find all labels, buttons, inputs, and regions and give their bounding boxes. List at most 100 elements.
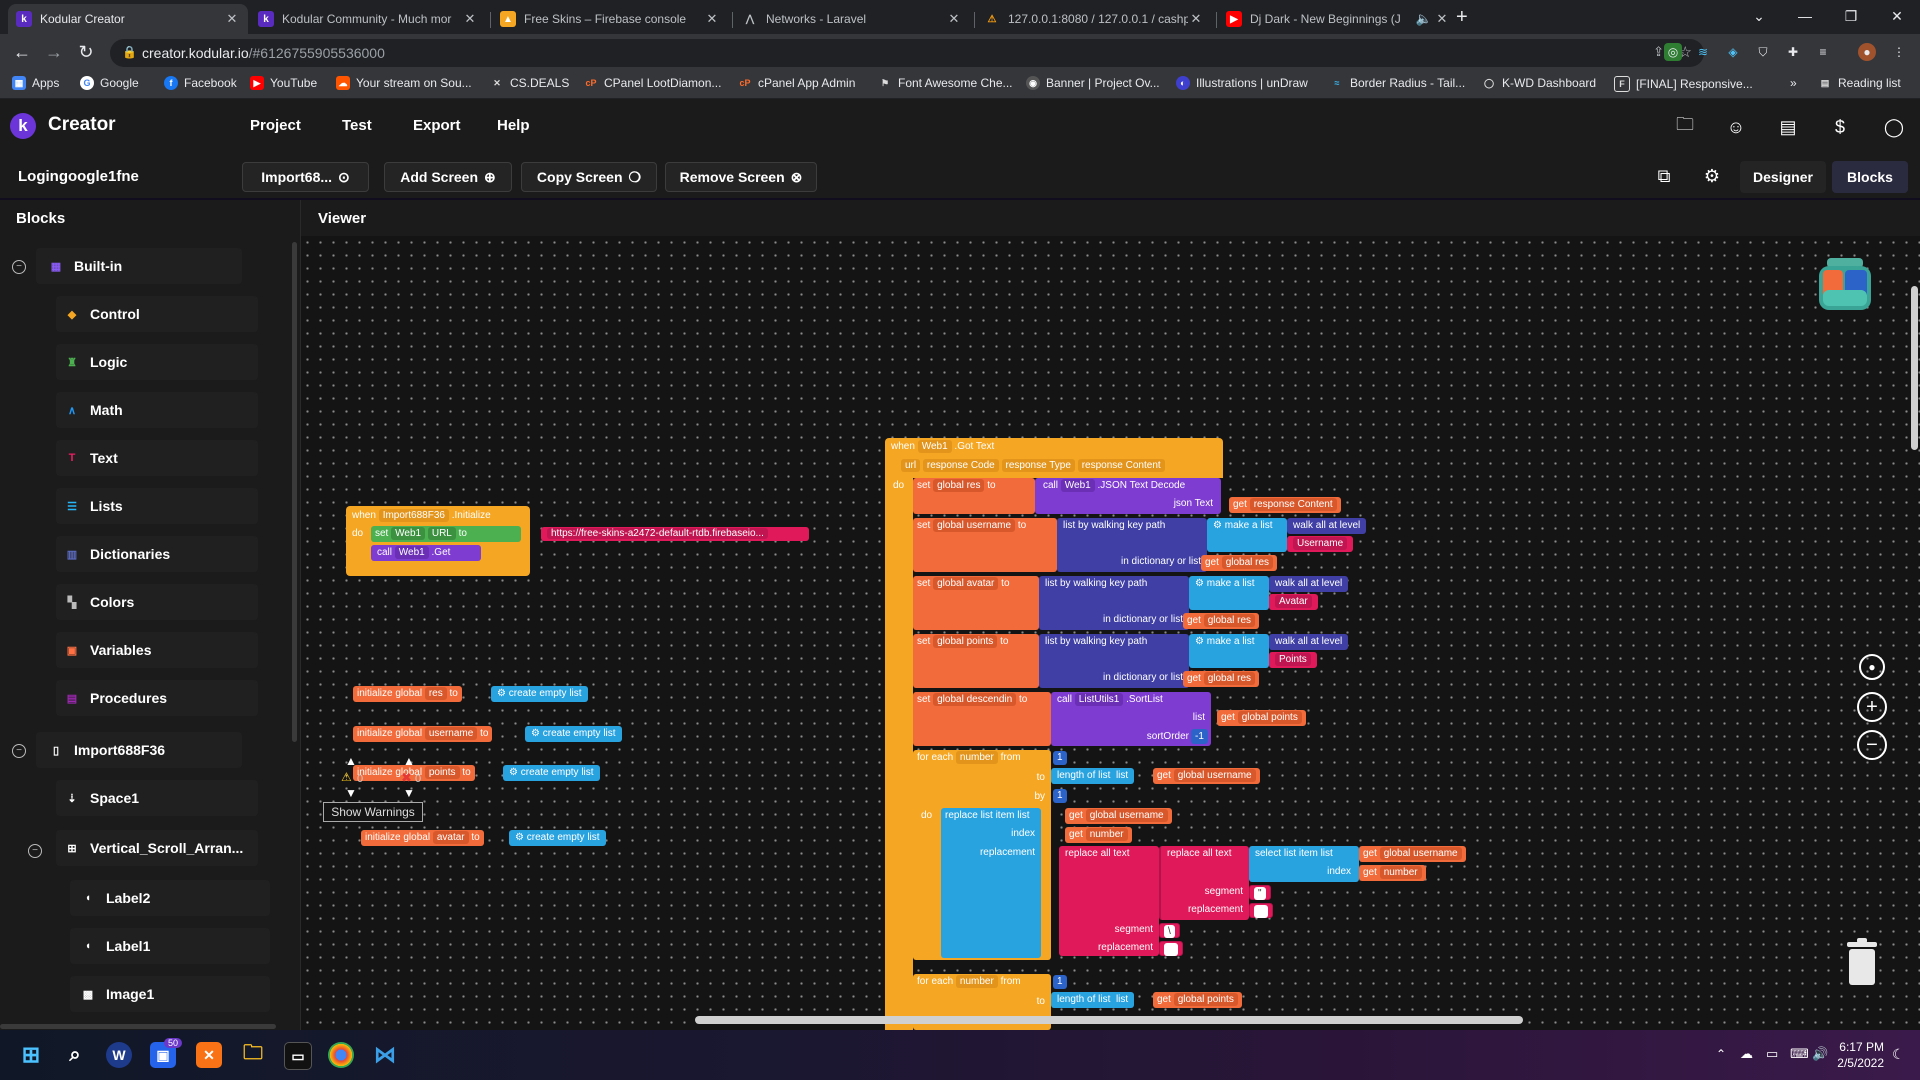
new-tab-button[interactable]: + [1456, 6, 1468, 29]
menu-help[interactable]: Help [497, 117, 530, 134]
set-global-avatar-block[interactable]: set global avatar to [913, 576, 1039, 630]
component-dropdown[interactable]: Import688F36 [378, 508, 449, 522]
walk-key-path-block[interactable]: list by walking key path in dictionary o… [1039, 576, 1189, 630]
close-tab-icon[interactable]: ✕ [704, 11, 720, 27]
share-icon[interactable]: ⇪ [1653, 44, 1664, 60]
variable-name[interactable]: global username [933, 518, 1016, 532]
account-icon[interactable]: ◯ [1882, 115, 1906, 139]
bookmark-cpanel-admin[interactable]: cP cPanel App Admin [738, 76, 855, 90]
network-icon[interactable]: ⌨ [1790, 1046, 1809, 1062]
make-list-block[interactable]: ⚙ make a list [1207, 518, 1287, 552]
extension-off-icon[interactable]: ◎ [1664, 43, 1682, 61]
get-number[interactable]: get number [1065, 827, 1132, 843]
minimize-icon[interactable]: — [1782, 0, 1828, 32]
panel-scrollbar[interactable] [292, 242, 297, 742]
search-icon[interactable]: ⌕ [62, 1042, 88, 1068]
bookmark-tailwind[interactable]: ≈ Border Radius - Tail... [1330, 76, 1466, 90]
text-backslash-block[interactable]: \ [1159, 923, 1180, 938]
close-tab-icon[interactable]: ✕ [462, 11, 478, 27]
url-string[interactable]: https://free-skins-a2472-default-rtdb.fi… [547, 527, 768, 539]
replace-all-text-inner[interactable]: replace all text segment replacement [1159, 846, 1249, 920]
variable-name[interactable]: global res [933, 478, 985, 492]
walk-all-block[interactable]: walk all at level [1269, 634, 1349, 650]
text-literal[interactable]: Username [1293, 536, 1348, 550]
file-explorer-icon[interactable]: 🗀 [240, 1042, 266, 1068]
number-literal[interactable]: -1 [1195, 731, 1204, 742]
recenter-icon[interactable]: ● [1859, 654, 1885, 680]
zoom-out-icon[interactable]: − [1857, 730, 1887, 760]
workspace-v-scrollbar[interactable] [1911, 286, 1918, 450]
tree-math[interactable]: ∧ Math [64, 390, 123, 430]
widgets-icon[interactable]: W [106, 1042, 132, 1068]
copy-screen-button[interactable]: Copy Screen ❍ [521, 162, 657, 192]
warnings-down-arrow[interactable]: ▼ [345, 786, 357, 800]
community-icon[interactable]: ☺ [1724, 115, 1748, 139]
text-empty-block[interactable] [1159, 941, 1183, 956]
tree-builtin[interactable]: ▦ Built-in [48, 246, 122, 286]
set-global-res-block[interactable]: set global res to [913, 478, 1035, 514]
onedrive-icon[interactable]: ☁ [1740, 1046, 1753, 1062]
text-literal[interactable]: Points [1275, 652, 1311, 666]
number-literal[interactable]: 1 [1057, 976, 1063, 987]
more-bookmarks-button[interactable]: » [1790, 76, 1797, 90]
global-init-avatar[interactable]: initialize global avatar to [361, 830, 484, 846]
number-literal[interactable]: 1 [1057, 752, 1063, 763]
text-literal[interactable]: Avatar [1275, 594, 1312, 608]
backpack-icon[interactable] [1813, 254, 1877, 314]
tree-screen[interactable]: ▯ Import688F36 [48, 730, 165, 770]
text-username-block[interactable]: Username [1287, 536, 1354, 552]
variable-name[interactable]: number [955, 750, 998, 764]
tab-kodular-community[interactable]: k Kodular Community - Much mor ✕ [250, 4, 486, 34]
variable-name[interactable]: username [424, 726, 478, 740]
close-window-icon[interactable]: ✕ [1874, 0, 1920, 32]
tab-firebase[interactable]: ▲ Free Skins – Firebase console ✕ [492, 4, 728, 34]
bookmark-youtube[interactable]: ▶ YouTube [250, 76, 317, 90]
empty-list-block[interactable]: ⚙ create empty list [525, 726, 622, 742]
get-global-username[interactable]: get global username [1359, 846, 1466, 862]
volume-icon[interactable]: 🔊 [1812, 1046, 1828, 1062]
variable-name[interactable]: global points [933, 634, 998, 648]
chrome-menu-icon[interactable]: ⋮ [1890, 43, 1908, 61]
extensions-puzzle-icon[interactable]: ✚ [1784, 43, 1802, 61]
get-response-content[interactable]: get response Content [1229, 497, 1341, 513]
variable-name[interactable]: avatar [432, 830, 469, 844]
bookmark-facebook[interactable]: f Facebook [164, 76, 237, 90]
zoom-in-icon[interactable]: + [1857, 692, 1887, 722]
text-points-block[interactable]: Points [1269, 652, 1317, 668]
component-dropdown[interactable]: Web1 [391, 526, 426, 540]
reload-icon[interactable]: ↻ [74, 40, 98, 64]
component-dropdown[interactable]: Web1 [1060, 478, 1095, 492]
variable-name[interactable]: global username [1085, 808, 1168, 822]
walk-key-path-block[interactable]: list by walking key path in dictionary o… [1039, 634, 1189, 688]
tree-dictionaries[interactable]: ▥ Dictionaries [64, 534, 170, 574]
terminal-icon[interactable]: ▭ [284, 1042, 312, 1070]
reading-list-button[interactable]: ▤ Reading list [1818, 76, 1901, 90]
get-number[interactable]: get number [1359, 865, 1426, 881]
variable-name[interactable]: res [424, 686, 447, 700]
tree-text[interactable]: T Text [64, 438, 118, 478]
walk-all-block[interactable]: walk all at level [1287, 518, 1367, 534]
set-global-points-block[interactable]: set global points to [913, 634, 1039, 688]
text-empty-block[interactable] [1249, 903, 1273, 918]
global-init-username[interactable]: initialize global username to [353, 726, 493, 742]
variable-name[interactable]: global res [1203, 613, 1256, 627]
select-list-item-block[interactable]: select list item list index [1249, 846, 1359, 882]
errors-up-arrow[interactable]: ▲ [403, 754, 415, 768]
import-folder-icon[interactable]: 🗀 [1673, 114, 1697, 139]
component-dropdown[interactable]: Web1 [917, 439, 952, 453]
extension-diamond-icon[interactable]: ◈ [1724, 43, 1742, 61]
event-param[interactable]: response Code [922, 458, 999, 472]
notifications-moon-icon[interactable]: ☾ [1892, 1046, 1905, 1063]
web-gottext-block[interactable]: when Web1 .Got Text url response Code re… [885, 438, 1223, 478]
billing-icon[interactable]: $ [1828, 115, 1852, 139]
variable-name[interactable]: number [1379, 865, 1422, 879]
event-param[interactable]: response Content [1077, 458, 1165, 472]
set-global-username-block[interactable]: set global username to [913, 518, 1057, 572]
tree-vertical-scroll[interactable]: ⊞ Vertical_Scroll_Arran... [64, 828, 243, 868]
collapse-builtin-icon[interactable]: − [12, 260, 26, 274]
tree-space1[interactable]: ⇣ Space1 [64, 778, 139, 818]
bookmark-soundcloud[interactable]: ☁ Your stream on Sou... [336, 76, 472, 90]
menu-project[interactable]: Project [250, 117, 301, 134]
remove-screen-button[interactable]: Remove Screen ⊗ [665, 162, 817, 192]
url-text-block[interactable]: https://free-skins-a2472-default-rtdb.fi… [541, 527, 809, 541]
